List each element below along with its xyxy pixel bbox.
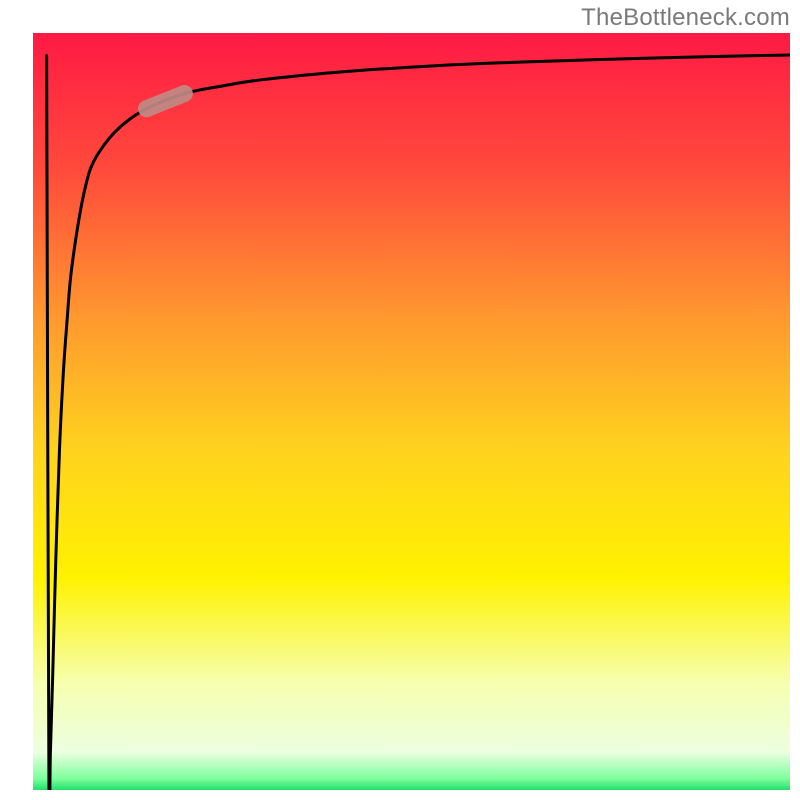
chart-area [33,33,790,790]
plot-svg [33,33,790,790]
chart-frame: TheBottleneck.com [0,0,800,800]
watermark-text: TheBottleneck.com [581,4,790,32]
plot-background [33,33,790,790]
